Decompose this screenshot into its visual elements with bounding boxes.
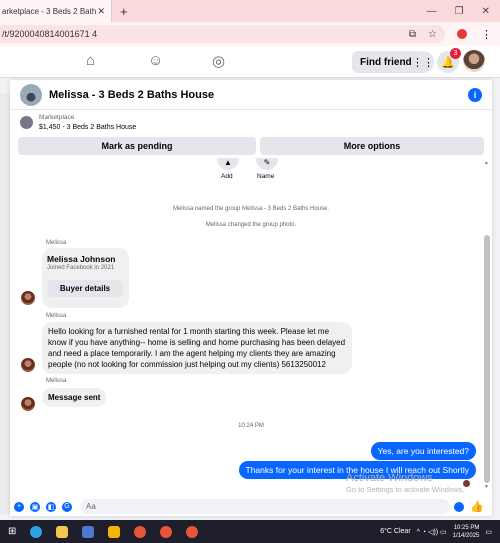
profile-subtitle: Joined Facebook in 2021 [47,265,115,271]
system-tray: 6°C Clear ^ ◔ ◁)) ▭ 10:25 PM 1/14/2025 ▭ [380,524,492,540]
home-icon[interactable]: ⌂ [86,52,95,69]
groups-icon[interactable]: ◎ [212,52,225,70]
weather-text[interactable]: 6°C Clear [380,528,410,535]
account-avatar[interactable] [463,50,485,72]
listing-thumbnail [20,116,33,129]
notifications-icon[interactable]: ▭ [485,528,492,536]
mark-as-pending-button[interactable]: Mark as pending [18,137,256,155]
info-icon[interactable]: i [468,88,482,102]
group-avatar[interactable] [20,83,42,106]
chat-header: Melissa - 3 Beds 2 Baths House i [10,80,492,110]
browser-profile-icon[interactable] [457,29,467,39]
system-message: Melissa changed the group photo. [205,222,297,228]
chrome-icon[interactable] [134,525,147,538]
windows-taskbar: ⊞ 6°C Clear ^ ◔ ◁)) ▭ 10:25 PM 1/14/2025… [0,520,500,543]
menu-grid-icon[interactable]: ⋮⋮ [412,51,434,73]
scroll-down-icon[interactable]: ▼ [484,484,489,490]
maximize-icon[interactable]: ❐ [455,6,464,17]
profile-card: Melissa Johnson Joined Facebook in 2021 … [42,248,129,308]
tab-title: arketplace - 3 Beds 2 Bath [2,6,97,16]
browser-titlebar: arketplace - 3 Beds 2 Bath ✕ + — ❐ ✕ [0,0,500,22]
listing-label: Marketplace [39,114,75,121]
notification-badge: 3 [450,48,461,59]
listing-value: $1,450 - 3 Beds 2 Baths House [39,124,137,131]
chat-scrollbar[interactable]: ▲ ▼ [484,160,490,490]
marketplace-listing[interactable]: Marketplace $1,450 - 3 Beds 2 Baths Hous… [10,112,492,136]
watermark-title: Activate Windows [346,472,433,484]
url-text: /t/9200040814001671 4 [2,29,98,39]
buyer-details-button[interactable]: Buyer details [47,280,123,297]
incoming-message: Message sent [42,388,107,407]
add-label: Add [221,173,233,180]
message-composer: + ▣ ◧ G Aa 👍 [10,497,492,516]
clock-date: 1/14/2025 [452,532,480,539]
app-icon[interactable] [108,525,121,538]
url-field[interactable]: /t/9200040814001671 4 ⧉ ☆ [0,25,445,43]
address-actions: ⧉ ☆ [409,29,437,40]
chat-window: Melissa - 3 Beds 2 Baths House i Marketp… [10,80,492,516]
add-people-icon[interactable]: ▲ [217,158,239,170]
minimize-icon[interactable]: — [427,6,437,17]
friends-icon[interactable]: ☺ [148,52,163,69]
incoming-message: Hello looking for a furnished rental for… [42,322,352,374]
install-app-icon[interactable]: ⧉ [409,29,416,40]
photo-icon[interactable]: ▣ [30,501,40,512]
tab-close-icon[interactable]: ✕ [97,6,105,17]
tray-icons[interactable]: ^ ◔ ◁)) ▭ [417,528,447,536]
edit-name-icon[interactable]: ✎ [256,158,278,170]
new-tab-button[interactable]: + [120,4,128,19]
message-timestamp: 10:24 PM [238,423,264,429]
chat-title[interactable]: Melissa - 3 Beds 2 Baths House [49,89,214,101]
clock[interactable]: 10:25 PM 1/14/2025 [453,524,480,540]
window-controls: — ❐ ✕ [427,6,490,17]
emoji-icon[interactable] [454,501,464,512]
plus-icon[interactable]: + [14,501,24,512]
browser-menu-icon[interactable]: ⋮ [481,28,492,41]
scroll-up-icon[interactable]: ▲ [484,160,489,166]
name-label: Name [257,173,275,180]
app-icon[interactable] [82,525,95,538]
sender-avatar[interactable] [21,397,35,411]
sticker-icon[interactable]: ◧ [46,501,56,512]
activate-windows-watermark: Activate Windows Go to Settings to activ… [346,472,486,494]
edge-icon[interactable] [30,525,43,538]
sender-name: Melissa [46,378,67,384]
browser-tab[interactable]: arketplace - 3 Beds 2 Bath ✕ [0,0,112,22]
more-options-button[interactable]: More options [260,137,484,155]
message-input[interactable]: Aa [80,499,450,514]
chrome-icon[interactable] [160,525,173,538]
facebook-header: ⌂ ☺ ◎ Find friends ⋮⋮ 🔔 3 [0,46,500,78]
sender-avatar[interactable] [21,358,35,372]
sender-name: Melissa [46,240,67,246]
sender-avatar[interactable] [21,291,35,305]
clock-time: 10:25 PM [453,524,480,531]
watermark-subtitle: Go to Settings to activate Windows. [346,485,465,494]
left-scroll-track [0,94,10,514]
address-bar-row: /t/9200040814001671 4 ⧉ ☆ ⋮ [0,22,500,46]
file-explorer-icon[interactable] [56,525,69,538]
close-window-icon[interactable]: ✕ [482,6,490,17]
scroll-thumb[interactable] [484,235,490,483]
browser-toolbar-right: ⋮ [457,28,492,41]
task-view-icon[interactable]: ⊞ [8,526,16,537]
like-icon[interactable]: 👍 [470,500,484,513]
system-message: Melissa named the group Melissa - 3 Beds… [172,206,330,212]
profile-name: Melissa Johnson [47,254,116,264]
chrome-icon[interactable] [186,525,199,538]
sender-name: Melissa [46,313,67,319]
outgoing-message: Yes, are you interested? [370,442,476,460]
bookmark-star-icon[interactable]: ☆ [428,29,437,40]
gif-icon[interactable]: G [62,501,72,512]
